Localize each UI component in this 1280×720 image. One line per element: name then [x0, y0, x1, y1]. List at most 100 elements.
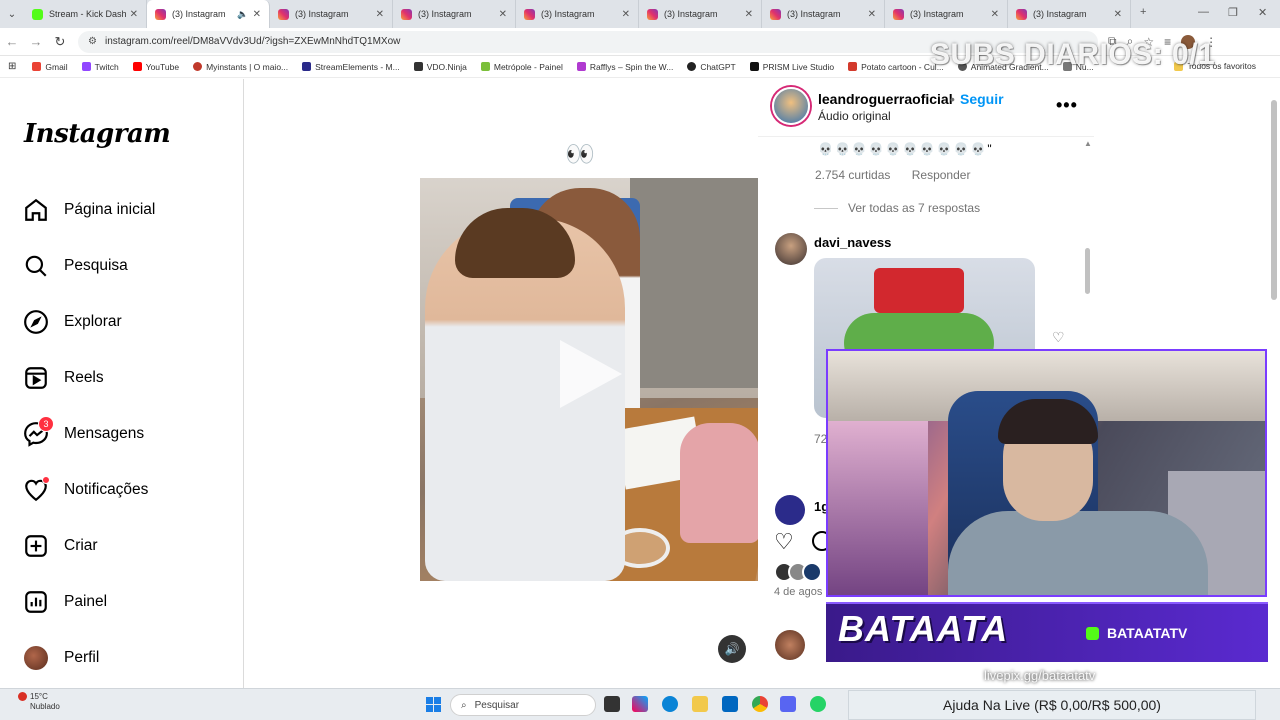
- reload-icon[interactable]: ↻: [48, 34, 72, 50]
- compass-icon: [22, 308, 50, 336]
- url-text: instagram.com/reel/DM8aVVdv3Ud/?igsh=ZXE…: [104, 36, 401, 47]
- sidebar-item-create[interactable]: Criar: [22, 528, 98, 564]
- whatsapp-icon[interactable]: [810, 696, 826, 712]
- sidebar-item-label: Mensagens: [64, 425, 145, 442]
- potato-icon: [848, 62, 858, 71]
- tab-label: (3) Instagram: [910, 9, 964, 19]
- sidebar-item-dashboard[interactable]: Painel: [22, 584, 107, 620]
- close-icon[interactable]: ✕: [376, 9, 384, 20]
- chrome-icon[interactable]: [752, 696, 768, 712]
- instagram-icon: [278, 8, 289, 20]
- close-icon[interactable]: ✕: [991, 9, 999, 20]
- browser-tab-instagram-active[interactable]: (3) Instagram 🔈 ✕: [147, 0, 270, 28]
- notification-dot: [42, 476, 50, 484]
- scroll-up-icon[interactable]: ▲: [1084, 139, 1092, 148]
- more-options-icon[interactable]: •••: [1056, 95, 1078, 116]
- maximize-icon[interactable]: ❐: [1228, 6, 1238, 19]
- speaker-icon[interactable]: 🔊: [718, 635, 746, 663]
- temperature: 15°C: [30, 692, 48, 701]
- follow-button[interactable]: Seguir: [960, 91, 1004, 107]
- reply-avatar[interactable]: [775, 495, 805, 525]
- close-icon[interactable]: ✕: [622, 9, 630, 20]
- like-heart-icon[interactable]: ♡: [774, 529, 794, 555]
- bookmark-prism[interactable]: PRISM Live Studio: [749, 62, 834, 72]
- sidebar-item-messages[interactable]: 3 Mensagens: [22, 416, 144, 452]
- browser-tab-instagram[interactable]: (3) Instagram ✕: [270, 0, 393, 28]
- file-explorer-icon[interactable]: [692, 696, 708, 712]
- bookmark-streamelements[interactable]: StreamElements - M...: [302, 62, 400, 72]
- sidebar-item-label: Reels: [64, 369, 104, 386]
- window-close-icon[interactable]: ✕: [1258, 6, 1267, 19]
- myinstants-icon: [193, 62, 203, 71]
- author-avatar[interactable]: [772, 87, 810, 125]
- plus-square-icon: [22, 532, 50, 560]
- browser-tab-instagram[interactable]: (3) Instagram ✕: [639, 0, 762, 28]
- sidebar-item-home[interactable]: Página inicial: [22, 192, 155, 228]
- forward-icon[interactable]: →: [24, 34, 48, 49]
- weather-condition: Nublado: [30, 702, 60, 711]
- sidebar-item-profile[interactable]: Perfil: [22, 640, 99, 676]
- site-info-icon[interactable]: ⚙: [88, 36, 97, 47]
- store-icon[interactable]: [722, 696, 738, 712]
- browser-tab-kick[interactable]: Stream - Kick Dashbo ✕: [24, 0, 147, 28]
- author-username[interactable]: leandroguerraoficial: [818, 91, 953, 107]
- instagram-logo[interactable]: Instagram: [24, 119, 171, 149]
- bookmark-twitch[interactable]: Twitch: [81, 62, 119, 72]
- bookmark-vdoninja[interactable]: VDO.Ninja: [413, 62, 467, 72]
- audio-label[interactable]: Áudio original: [818, 109, 891, 123]
- task-view-icon[interactable]: [604, 696, 620, 712]
- home-icon: [22, 196, 50, 224]
- taskbar-search-input[interactable]: ⌕ Pesquisar: [450, 694, 596, 716]
- bookmark-myinstants[interactable]: Myinstants | O maio...: [193, 62, 288, 72]
- close-icon[interactable]: ✕: [868, 9, 876, 20]
- edge-icon[interactable]: [662, 696, 678, 712]
- browser-tab-instagram[interactable]: (3) Instagram ✕: [1008, 0, 1131, 28]
- close-icon[interactable]: ✕: [253, 9, 261, 20]
- close-icon[interactable]: ✕: [130, 9, 138, 20]
- browser-tab-instagram[interactable]: (3) Instagram ✕: [885, 0, 1008, 28]
- likes-count[interactable]: 2.754 curtidas: [815, 168, 890, 182]
- sidebar-item-reels[interactable]: Reels: [22, 360, 104, 396]
- play-icon[interactable]: [560, 340, 622, 408]
- bookmark-rafflys[interactable]: Rafflys – Spin the W...: [576, 62, 673, 72]
- discord-icon[interactable]: [780, 696, 796, 712]
- browser-tab-instagram[interactable]: (3) Instagram ✕: [762, 0, 885, 28]
- tab-label: (3) Instagram: [295, 9, 349, 19]
- sidebar-item-label: Explorar: [64, 313, 122, 330]
- speaker-icon[interactable]: 🔈: [237, 9, 248, 20]
- sidebar-item-explore[interactable]: Explorar: [22, 304, 122, 340]
- like-comment-heart-icon[interactable]: ♡: [1052, 329, 1065, 346]
- new-tab-icon[interactable]: +: [1140, 6, 1146, 18]
- weather-widget[interactable]: 15°C Nublado: [18, 692, 60, 712]
- messenger-icon: 3: [22, 416, 54, 448]
- copilot-icon[interactable]: [632, 696, 648, 712]
- windows-start-icon[interactable]: [426, 697, 441, 712]
- bookmark-metropole[interactable]: Metrópole - Painel: [480, 62, 563, 72]
- close-icon[interactable]: ✕: [1114, 9, 1122, 20]
- bookmark-chatgpt[interactable]: ChatGPT: [687, 62, 736, 72]
- apps-icon[interactable]: ⊞: [8, 61, 16, 72]
- browser-tab-instagram[interactable]: (3) Instagram ✕: [393, 0, 516, 28]
- back-icon[interactable]: ←: [0, 34, 24, 49]
- page-scrollbar[interactable]: [1271, 100, 1277, 300]
- metropole-icon: [480, 62, 490, 71]
- kick-handle: BATAATATV: [1086, 625, 1187, 641]
- close-icon[interactable]: ✕: [745, 9, 753, 20]
- sidebar-item-notifications[interactable]: Notificações: [22, 472, 148, 508]
- browser-tab-instagram[interactable]: (3) Instagram ✕: [516, 0, 639, 28]
- bookmark-youtube[interactable]: YouTube: [132, 62, 179, 72]
- minimize-icon[interactable]: —: [1198, 6, 1209, 18]
- reply-button[interactable]: Responder: [912, 168, 971, 182]
- tab-search-icon[interactable]: ⌄: [0, 0, 24, 28]
- comments-scrollbar[interactable]: [1085, 248, 1090, 294]
- bookmark-gmail[interactable]: Gmail: [32, 62, 68, 72]
- instagram-icon: [647, 8, 658, 20]
- webcam-overlay: [826, 349, 1267, 597]
- commenter-avatar[interactable]: [775, 233, 807, 265]
- close-icon[interactable]: ✕: [499, 9, 507, 20]
- profile-picture: [24, 646, 48, 670]
- likers-avatars[interactable]: [774, 562, 834, 582]
- view-replies-button[interactable]: Ver todas as 7 respostas: [814, 201, 980, 215]
- commenter-username[interactable]: davi_navess: [814, 235, 891, 250]
- sidebar-item-search[interactable]: Pesquisa: [22, 248, 128, 284]
